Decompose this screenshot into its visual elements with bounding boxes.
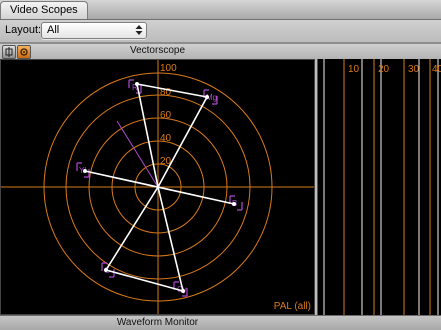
trace-point-green — [104, 268, 108, 272]
tab-video-scopes[interactable]: Video Scopes — [0, 1, 88, 19]
trace-point-magenta — [205, 95, 209, 99]
vectorscope-title: Vectorscope — [129, 45, 186, 56]
trace-point-red — [135, 82, 139, 86]
layout-select[interactable]: All — [41, 22, 147, 39]
vectorscope-graph: 20 40 60 80 100 PAL (all) R Mg B — [1, 60, 314, 314]
tab-bar: Video Scopes — [0, 0, 441, 20]
ring-label-60: 60 — [160, 110, 172, 121]
ring-label-100: 100 — [160, 63, 177, 74]
trace-point-blue — [232, 202, 236, 206]
layout-label: Layout: — [5, 24, 42, 36]
waveform-header: Waveform Monitor — [0, 315, 441, 330]
ring-label-40: 40 — [160, 133, 172, 144]
trace-point-cyan — [181, 289, 185, 293]
standard-label: PAL (all) — [274, 301, 311, 312]
waveform-graph: 10 20 30 40 — [323, 59, 441, 315]
waveform-tick-10: 10 — [348, 64, 360, 75]
waveform-panel: 10 20 30 40 — [317, 59, 441, 315]
target-yellow: Yl — [76, 162, 90, 178]
vectorscope-panel: 20 40 60 80 100 PAL (all) R Mg B — [0, 59, 315, 315]
waveform-title: Waveform Monitor — [116, 317, 199, 328]
layout-row: Layout: All — [0, 20, 441, 42]
trace-point-yellow — [83, 169, 87, 173]
layout-select-value: All — [47, 24, 60, 36]
waveform-tick-20: 20 — [378, 64, 390, 75]
waveform-tick-30: 30 — [408, 64, 420, 75]
waveform-tick-40: 40 — [432, 64, 441, 75]
select-arrows-icon — [135, 25, 143, 35]
scope-toolbar: Vectorscope — [0, 44, 441, 59]
